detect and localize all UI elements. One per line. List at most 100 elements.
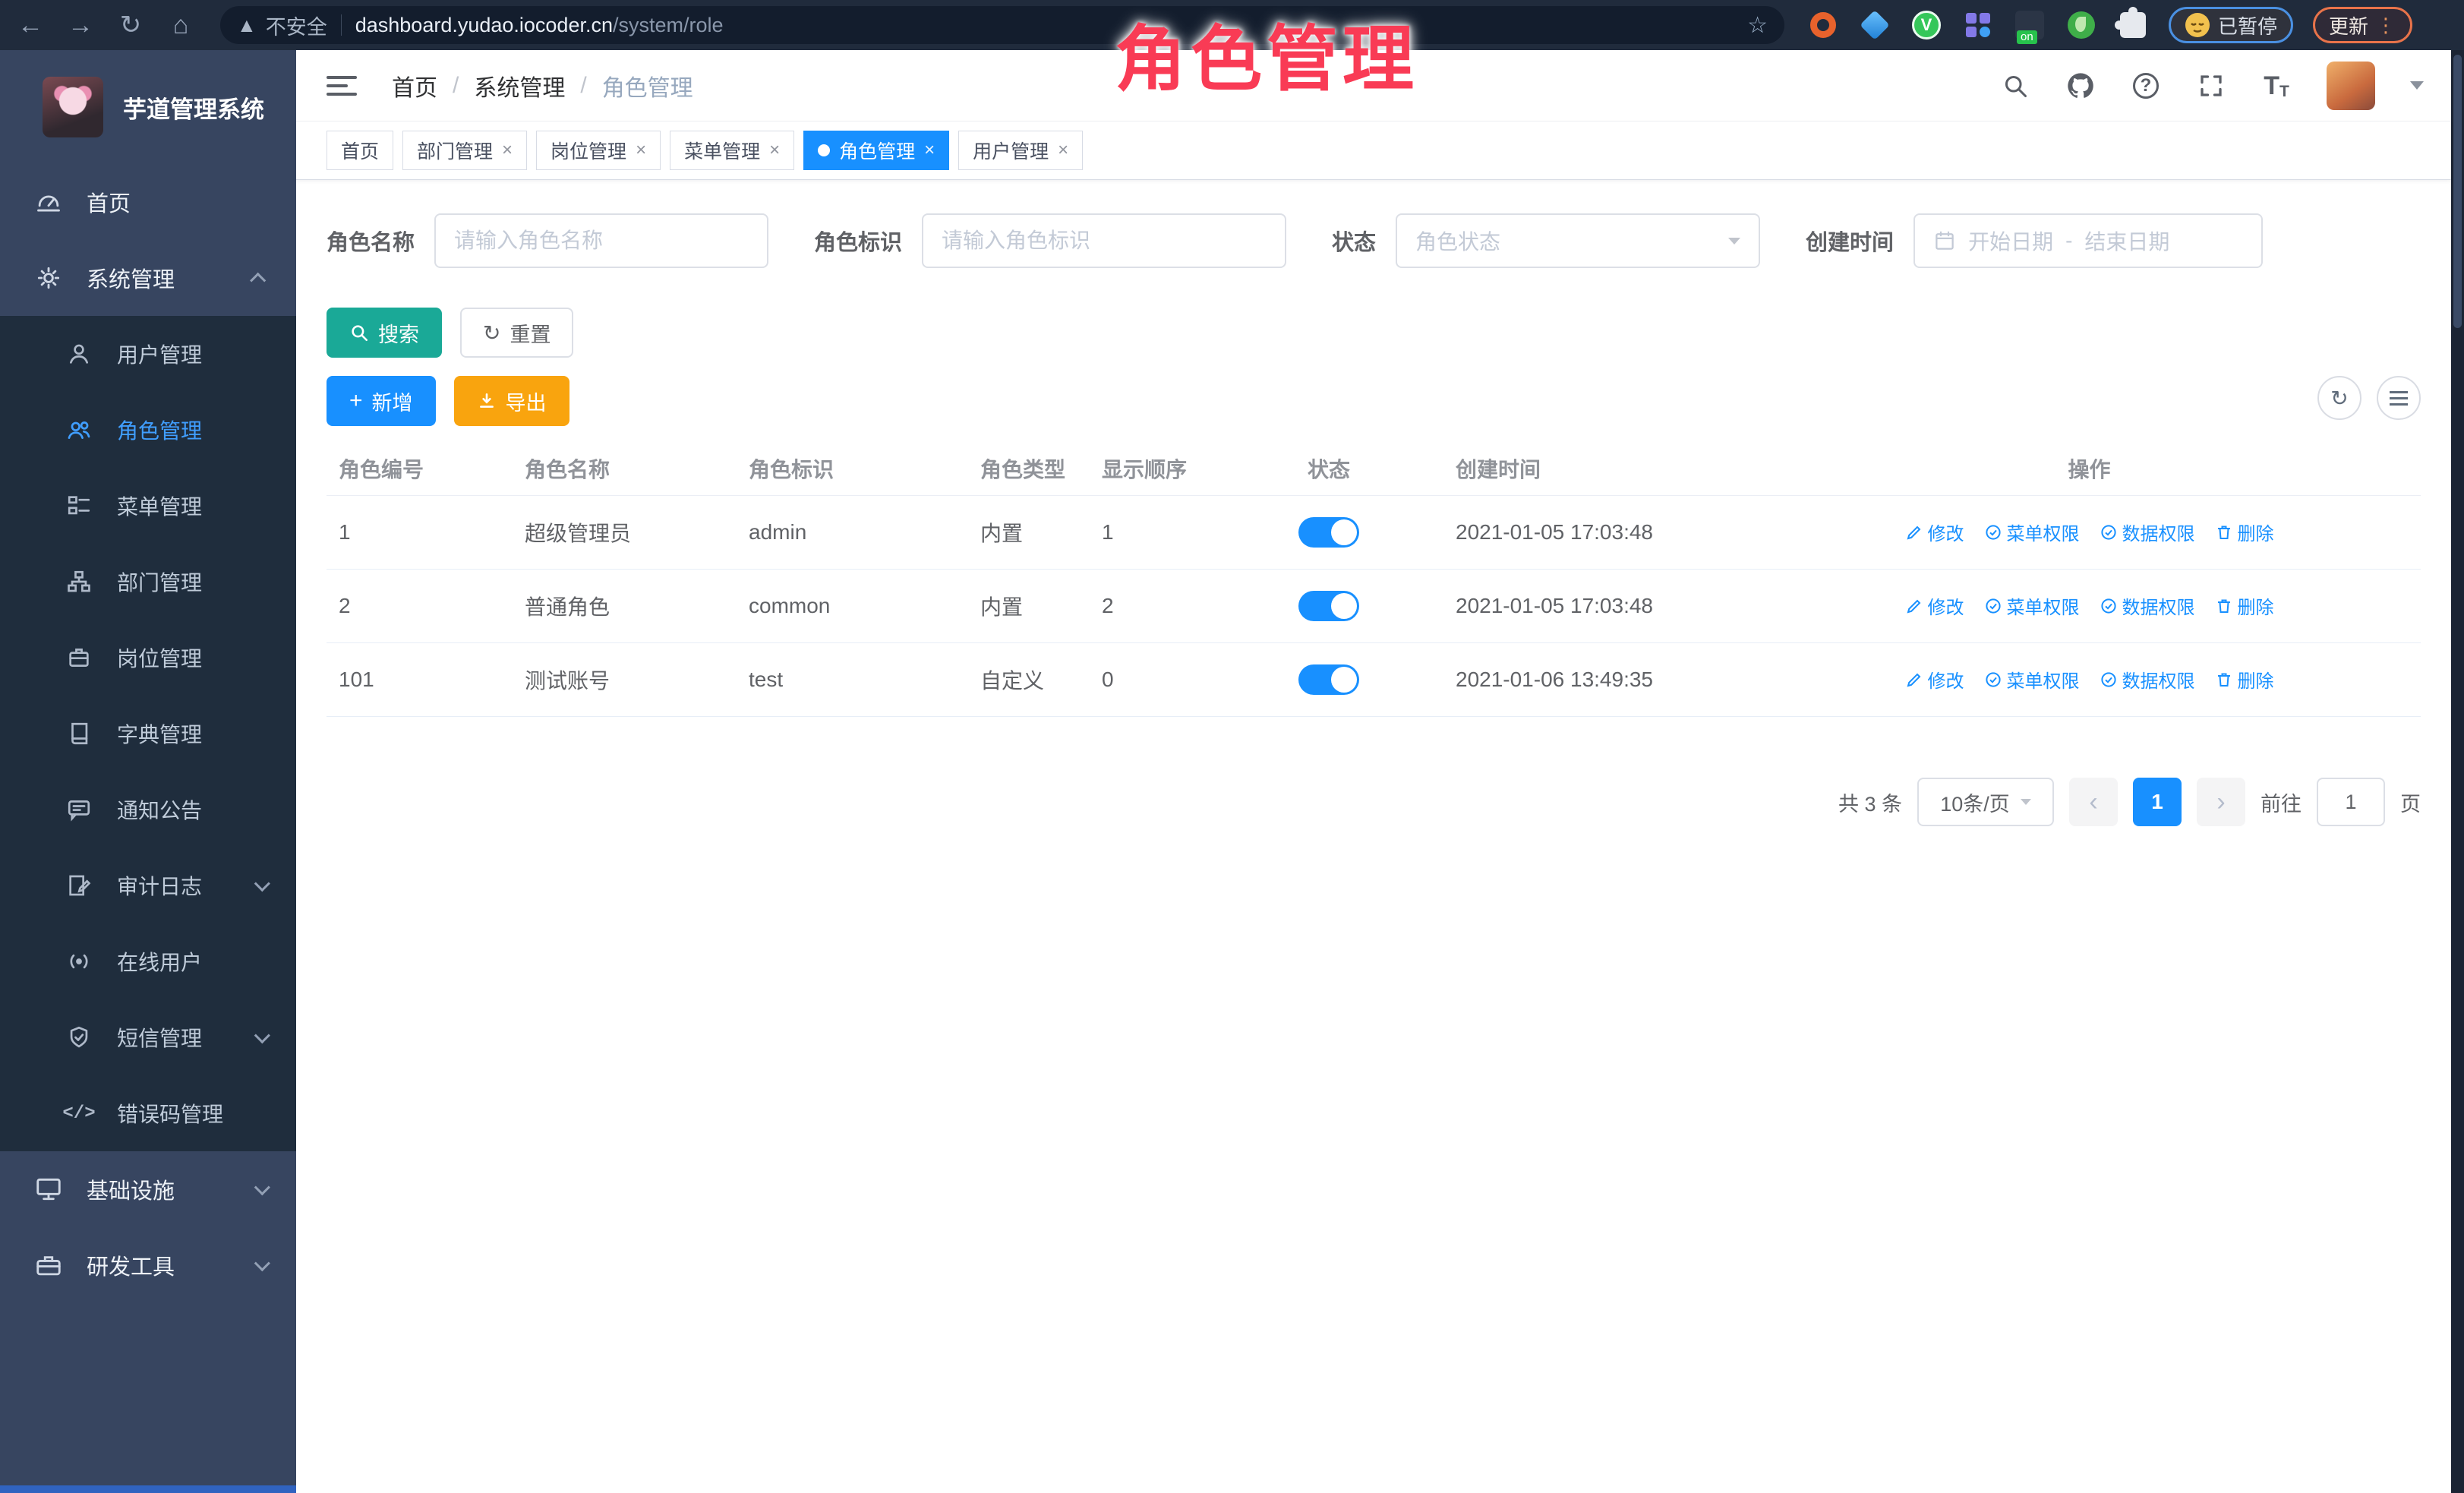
github-icon[interactable] xyxy=(2065,71,2096,101)
add-button[interactable]: + 新增 xyxy=(327,376,436,426)
sidebar-item-label: 错误码管理 xyxy=(117,1098,223,1128)
sidebar-item-infrastructure[interactable]: 基础设施 xyxy=(0,1151,296,1227)
tab-home[interactable]: 首页 xyxy=(327,131,393,170)
sidebar-item-online-users[interactable]: 在线用户 xyxy=(0,923,296,999)
app-logo-row[interactable]: 芋道管理系统 xyxy=(0,50,296,164)
col-role-key: 角色标识 xyxy=(737,442,968,495)
caret-down-icon xyxy=(1728,238,1740,245)
toolbox-icon xyxy=(32,1251,65,1280)
column-settings-button[interactable] xyxy=(2377,376,2421,420)
delete-link[interactable]: 删除 xyxy=(2215,592,2274,619)
question-icon[interactable]: ? xyxy=(2131,71,2161,101)
close-icon[interactable]: × xyxy=(502,141,513,159)
next-page-button[interactable]: › xyxy=(2197,778,2245,826)
status-toggle[interactable] xyxy=(1298,591,1359,621)
sidebar-item-home[interactable]: 首页 xyxy=(0,164,296,240)
back-icon[interactable]: ← xyxy=(11,11,50,40)
pagination: 共 3 条 10条/页 ‹ 1 › 前往 页 xyxy=(1838,778,2421,826)
check-circle-icon xyxy=(1984,597,2002,615)
url-bar[interactable]: ▲ 不安全 dashboard.yudao.iocoder.cn/system/… xyxy=(220,6,1784,44)
close-icon[interactable]: × xyxy=(769,141,780,159)
refresh-table-button[interactable]: ↻ xyxy=(2317,376,2361,420)
reload-icon[interactable]: ↻ xyxy=(111,10,150,40)
breadcrumb-separator: / xyxy=(580,73,586,99)
chevron-down-icon xyxy=(254,876,270,892)
menu-permission-link[interactable]: 菜单权限 xyxy=(1984,592,2080,619)
extension-ring-icon[interactable] xyxy=(1807,9,1839,41)
edit-link[interactable]: 修改 xyxy=(1905,592,1964,619)
sidebar-item-audit-log[interactable]: 审计日志 xyxy=(0,848,296,923)
sidebar-item-roles[interactable]: 角色管理 xyxy=(0,392,296,468)
home-icon[interactable]: ⌂ xyxy=(161,11,200,40)
hamburger-icon[interactable] xyxy=(327,71,357,101)
data-permission-link[interactable]: 数据权限 xyxy=(2100,666,2195,693)
extension-plant-icon[interactable] xyxy=(2065,9,2097,41)
prev-page-button[interactable]: ‹ xyxy=(2069,778,2118,826)
extension-puzzle-icon[interactable] xyxy=(2117,9,2149,41)
check-circle-icon xyxy=(2100,671,2118,689)
page-1-button[interactable]: 1 xyxy=(2133,778,2182,826)
sidebar-item-menus[interactable]: 菜单管理 xyxy=(0,468,296,544)
paused-badge[interactable]: 已暂停 xyxy=(2169,7,2293,43)
data-permission-link[interactable]: 数据权限 xyxy=(2100,519,2195,545)
goto-page-input[interactable] xyxy=(2317,778,2385,826)
start-date-placeholder: 开始日期 xyxy=(1968,226,2053,256)
sidebar-item-dict[interactable]: 字典管理 xyxy=(0,696,296,772)
caret-down-icon[interactable] xyxy=(2410,81,2424,90)
sidebar-item-error-codes[interactable]: </> 错误码管理 xyxy=(0,1075,296,1151)
extension-green-icon[interactable]: V xyxy=(1910,9,1942,41)
close-icon[interactable]: × xyxy=(636,141,646,159)
sidebar-item-notice[interactable]: 通知公告 xyxy=(0,772,296,848)
pencil-icon xyxy=(1905,523,1923,541)
search-icon[interactable] xyxy=(2000,71,2030,101)
forward-icon[interactable]: → xyxy=(61,11,100,40)
page-size-select[interactable]: 10条/页 xyxy=(1917,778,2054,826)
sidebar-item-departments[interactable]: 部门管理 xyxy=(0,544,296,620)
extension-proxy-icon[interactable]: on xyxy=(2014,9,2046,41)
bookmark-star-icon[interactable]: ☆ xyxy=(1747,12,1768,39)
tab-menus[interactable]: 菜单管理× xyxy=(670,131,794,170)
sidebar-item-sms[interactable]: 短信管理 xyxy=(0,999,296,1075)
delete-link[interactable]: 删除 xyxy=(2215,666,2274,693)
kebab-menu-icon[interactable]: ⋮ xyxy=(2376,14,2396,37)
sidebar-item-posts[interactable]: 岗位管理 xyxy=(0,620,296,696)
table-row: 2 普通角色 common 内置 2 2021-01-05 17:03:48 修… xyxy=(327,569,2421,642)
avatar[interactable] xyxy=(2327,62,2375,110)
edit-link[interactable]: 修改 xyxy=(1905,666,1964,693)
breadcrumb-home[interactable]: 首页 xyxy=(392,69,437,103)
tab-users[interactable]: 用户管理× xyxy=(958,131,1083,170)
font-size-icon[interactable]: TT xyxy=(2261,71,2292,101)
browser-scrollbar[interactable] xyxy=(2451,50,2464,1493)
sidebar-item-system[interactable]: 系统管理 xyxy=(0,240,296,316)
extension-gem-icon[interactable] xyxy=(1859,9,1891,41)
scrollbar-thumb[interactable] xyxy=(2453,55,2462,328)
export-button[interactable]: 导出 xyxy=(454,376,569,426)
tab-posts[interactable]: 岗位管理× xyxy=(536,131,661,170)
status-toggle[interactable] xyxy=(1298,664,1359,695)
status-toggle[interactable] xyxy=(1298,517,1359,548)
close-icon[interactable]: × xyxy=(1058,141,1068,159)
data-permission-link[interactable]: 数据权限 xyxy=(2100,592,2195,619)
close-icon[interactable]: × xyxy=(924,141,935,159)
menu-permission-link[interactable]: 菜单权限 xyxy=(1984,666,2080,693)
extension-grid-icon[interactable] xyxy=(1962,9,1994,41)
tab-departments[interactable]: 部门管理× xyxy=(402,131,527,170)
tab-roles[interactable]: 角色管理× xyxy=(803,131,949,170)
role-key-input[interactable] xyxy=(922,213,1286,268)
menu-permission-link[interactable]: 菜单权限 xyxy=(1984,519,2080,545)
status-select[interactable]: 角色状态 xyxy=(1396,213,1760,268)
sidebar-item-users[interactable]: 用户管理 xyxy=(0,316,296,392)
update-button[interactable]: 更新 ⋮ xyxy=(2313,7,2412,43)
sidebar-item-devtools[interactable]: 研发工具 xyxy=(0,1227,296,1303)
col-actions: 操作 xyxy=(1758,442,2421,495)
date-range-picker[interactable]: 开始日期 - 结束日期 xyxy=(1913,213,2263,268)
goto-label: 前往 xyxy=(2261,788,2302,817)
breadcrumb-system[interactable]: 系统管理 xyxy=(474,69,565,103)
role-name-input[interactable] xyxy=(434,213,768,268)
search-button[interactable]: 搜索 xyxy=(327,308,442,358)
fullscreen-icon[interactable] xyxy=(2196,71,2226,101)
chevron-down-icon xyxy=(254,1179,270,1195)
edit-link[interactable]: 修改 xyxy=(1905,519,1964,545)
reset-button[interactable]: ↻ 重置 xyxy=(460,308,573,358)
delete-link[interactable]: 删除 xyxy=(2215,519,2274,545)
